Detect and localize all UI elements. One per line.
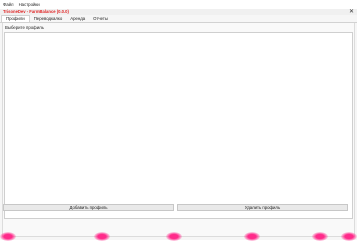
close-icon[interactable]: ✕ [349, 9, 354, 15]
select-profile-label: Выберите профиль [5, 25, 44, 30]
tab-profiles[interactable]: Профили [1, 15, 30, 22]
tab-strip: Профили Переводкалко Аренда Отчеты [0, 15, 357, 23]
add-profile-button[interactable]: Добавить профиль [3, 204, 174, 211]
remove-profile-button[interactable]: Удалить профиль [177, 204, 348, 211]
menu-file[interactable]: Файл [0, 0, 16, 9]
menu-bar: Файл Настройки [0, 0, 357, 9]
app-window: Файл Настройки TrisoneDev - FarmBalance … [0, 0, 357, 241]
menu-settings[interactable]: Настройки [16, 0, 42, 9]
profile-list[interactable] [4, 32, 353, 219]
tab-rent[interactable]: Аренда [66, 15, 89, 22]
tab-reports[interactable]: Отчеты [89, 15, 112, 22]
tab-transfers[interactable]: Переводкалко [30, 15, 66, 22]
